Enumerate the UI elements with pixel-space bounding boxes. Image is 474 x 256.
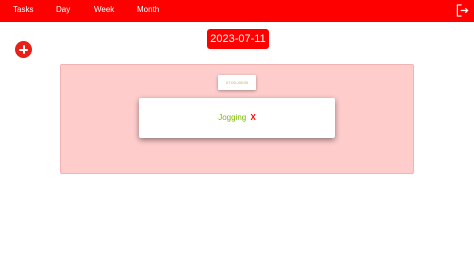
- time-slot-label: 07:00–08:00: [218, 75, 256, 90]
- nav-day[interactable]: Day: [56, 5, 70, 15]
- logout-icon[interactable]: [456, 4, 469, 17]
- task-title: Jogging: [218, 113, 247, 122]
- nav-month[interactable]: Month: [137, 5, 159, 15]
- day-schedule-panel: 07:00–08:00 Jogging X: [60, 64, 414, 174]
- nav-tasks[interactable]: Tasks: [13, 5, 33, 15]
- date-picker-button[interactable]: 2023-07-11: [207, 29, 269, 49]
- top-navbar: Tasks Day Week Month: [0, 0, 474, 22]
- nav-week[interactable]: Week: [94, 5, 114, 15]
- task-card[interactable]: Jogging X: [139, 98, 335, 138]
- add-task-button[interactable]: [15, 41, 32, 58]
- delete-task-button[interactable]: X: [250, 113, 255, 122]
